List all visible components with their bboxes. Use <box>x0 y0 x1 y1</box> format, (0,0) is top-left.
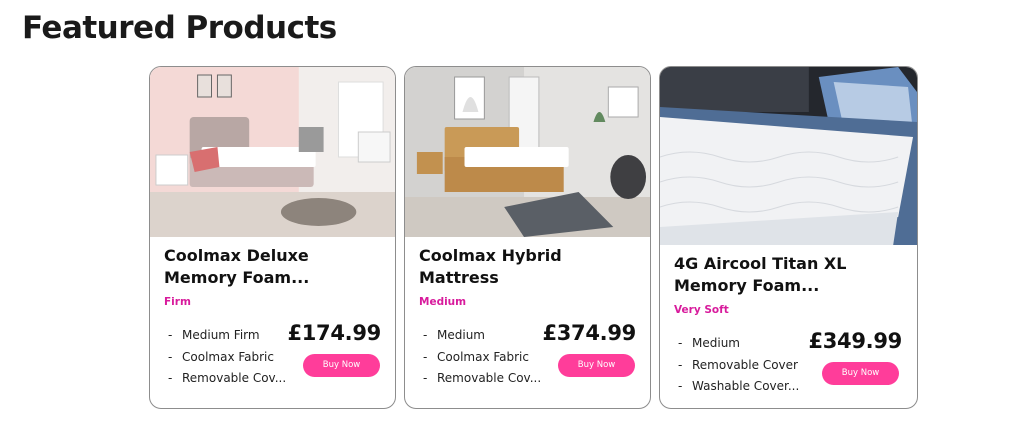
product-price: £174.99 <box>287 321 381 345</box>
firmness-label: Firm <box>164 296 191 308</box>
firmness-label: Very Soft <box>674 304 729 316</box>
feature-item: - Removable Cover <box>678 357 798 372</box>
product-name[interactable]: Coolmax Deluxe Memory Foam... <box>164 245 384 289</box>
buy-now-button[interactable]: Buy Now <box>303 354 380 377</box>
product-image[interactable] <box>405 67 650 237</box>
product-image[interactable] <box>660 67 917 245</box>
product-name[interactable]: 4G Aircool Titan XL Memory Foam... <box>674 253 894 297</box>
feature-item: - Removable Cov... <box>423 371 542 385</box>
buy-now-button[interactable]: Buy Now <box>558 354 635 377</box>
product-price: £374.99 <box>542 321 636 345</box>
feature-item: - Medium <box>423 328 485 342</box>
product-card[interactable]: Coolmax Hybrid Mattress Medium - Medium -… <box>404 66 651 409</box>
feature-item: - Washable Cover... <box>678 379 800 393</box>
feature-item: - Medium <box>678 336 740 350</box>
feature-item: - Coolmax Fabric <box>423 349 529 364</box>
feature-list: - Medium Firm - Coolmax Fabric - Removable … <box>168 325 286 390</box>
feature-item: - Removable Cov... <box>168 371 287 385</box>
firmness-label: Medium <box>419 296 467 308</box>
buy-now-button[interactable]: Buy Now <box>822 362 899 385</box>
product-card[interactable]: Coolmax Deluxe Memory Foam... Firm - Medi… <box>149 66 396 409</box>
product-card[interactable]: 4G Aircool Titan XL Memory Foam... Very … <box>659 66 918 409</box>
product-name[interactable]: Coolmax Hybrid Mattress <box>419 245 639 289</box>
feature-item: - Medium Firm <box>168 328 260 342</box>
product-price: £349.99 <box>808 329 902 353</box>
feature-list: - Medium - Coolmax Fabric - Removable Cov..… <box>423 325 541 390</box>
feature-list: - Medium - Removable Cover - Washable Cover… <box>678 333 799 398</box>
section-title: Featured Products <box>22 10 337 46</box>
product-image[interactable] <box>150 67 395 237</box>
feature-item: - Coolmax Fabric <box>168 349 274 364</box>
